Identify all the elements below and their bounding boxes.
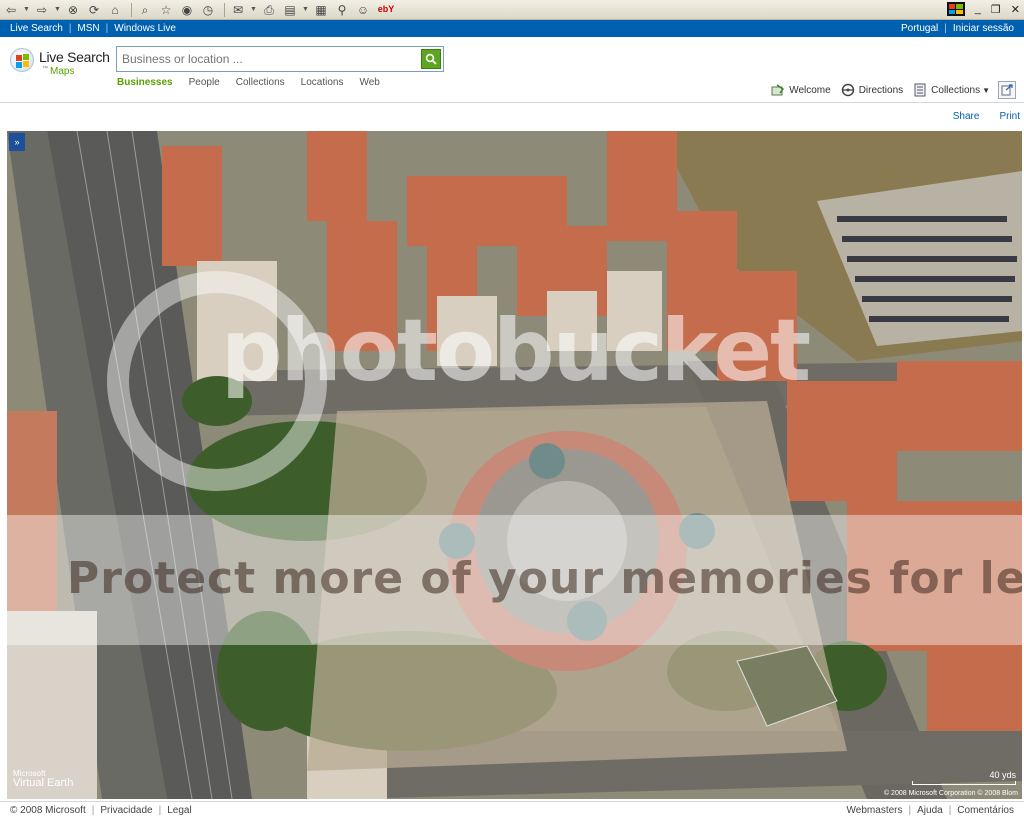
mail-dropdown-icon[interactable]: ▼ bbox=[250, 6, 258, 13]
back-icon[interactable]: ⇦ bbox=[2, 2, 20, 18]
welcome-button[interactable]: Welcome bbox=[771, 83, 831, 97]
header: Live Search ™ Maps Businesses People Col… bbox=[0, 37, 1024, 103]
map-copyright: © 2008 Microsoft Corporation © 2008 Blom bbox=[883, 790, 1018, 797]
map-tools: Welcome Directions Collections ▼ bbox=[761, 81, 1016, 99]
share-link[interactable]: Share bbox=[953, 111, 980, 122]
magnifier-icon bbox=[425, 53, 437, 65]
steering-wheel-icon bbox=[841, 83, 854, 97]
tab-people[interactable]: People bbox=[189, 77, 220, 88]
collections-icon bbox=[914, 83, 926, 97]
edit-icon[interactable]: ▤ bbox=[281, 2, 299, 18]
history-icon[interactable]: ◷ bbox=[199, 2, 217, 18]
watermark-text: Protect more of your memories for less! bbox=[67, 553, 1022, 604]
tab-businesses[interactable]: Businesses bbox=[117, 77, 173, 88]
webmasters-link[interactable]: Webmasters bbox=[847, 805, 903, 816]
tab-collections[interactable]: Collections bbox=[236, 77, 285, 88]
footer-copyright: © 2008 Microsoft bbox=[10, 805, 86, 816]
directions-label: Directions bbox=[858, 84, 904, 96]
print-link[interactable]: Print bbox=[999, 111, 1020, 122]
welcome-label: Welcome bbox=[789, 84, 831, 96]
windows-logo-icon bbox=[946, 2, 965, 16]
discuss-icon[interactable]: ▦ bbox=[312, 2, 330, 18]
scale-label: 40 yds bbox=[989, 770, 1016, 780]
window-controls: _ ❐ ✕ bbox=[946, 2, 1020, 16]
forward-icon[interactable]: ⇨ bbox=[33, 2, 51, 18]
collapse-panel-button[interactable]: » bbox=[9, 133, 25, 151]
search-button[interactable] bbox=[421, 49, 441, 69]
virtual-earth-logo: Microsoft Virtual Earth bbox=[13, 770, 73, 789]
edit-dropdown-icon[interactable]: ▼ bbox=[302, 6, 310, 13]
scale-bar: 40 yds bbox=[912, 770, 1016, 785]
toolbar-divider bbox=[131, 2, 132, 17]
research-icon[interactable]: ⚲ bbox=[333, 2, 351, 18]
live-search-link[interactable]: Live Search bbox=[10, 23, 63, 34]
trademark-mark: ™ bbox=[42, 66, 48, 72]
nav-divider: | bbox=[944, 23, 947, 34]
minimize-button[interactable]: _ bbox=[975, 3, 981, 15]
caret-down-icon: ▼ bbox=[982, 85, 990, 95]
collections-button[interactable]: Collections ▼ bbox=[913, 83, 990, 97]
logo-title: Live Search bbox=[39, 49, 110, 65]
restore-button[interactable]: ❐ bbox=[991, 3, 1001, 16]
privacy-link[interactable]: Privacidade bbox=[100, 805, 152, 816]
ve-logo-name: Virtual Earth bbox=[13, 777, 74, 789]
media-icon[interactable]: ◉ bbox=[178, 2, 196, 18]
nav-divider: | bbox=[68, 23, 72, 34]
search-box bbox=[116, 46, 444, 72]
export-button[interactable] bbox=[998, 81, 1016, 99]
windows-flag-icon bbox=[10, 48, 34, 72]
watermark-logo: photobucket bbox=[221, 301, 811, 401]
share-print-links: Share Print bbox=[933, 111, 1020, 122]
footer-divider: | bbox=[948, 805, 952, 816]
logo-subtitle: Maps bbox=[50, 66, 75, 77]
close-button[interactable]: ✕ bbox=[1011, 3, 1020, 16]
nav-divider: | bbox=[105, 23, 109, 34]
scale-line bbox=[912, 781, 1016, 785]
tab-web[interactable]: Web bbox=[359, 77, 379, 88]
msn-link[interactable]: MSN bbox=[77, 23, 99, 34]
sign-in-link[interactable]: Iniciar sessão bbox=[953, 23, 1014, 34]
top-right-links: Portugal | Iniciar sessão bbox=[901, 23, 1014, 34]
search-icon[interactable]: ⌕ bbox=[136, 2, 154, 18]
footer-divider: | bbox=[908, 805, 912, 816]
print-icon[interactable]: ⎙ bbox=[260, 2, 278, 18]
search-input[interactable] bbox=[117, 48, 421, 70]
search-tabs: Businesses People Collections Locations … bbox=[117, 77, 396, 88]
footer-divider: | bbox=[158, 805, 162, 816]
home-icon[interactable]: ⌂ bbox=[106, 2, 124, 18]
country-link[interactable]: Portugal bbox=[901, 23, 938, 34]
mail-icon[interactable]: ✉ bbox=[229, 2, 247, 18]
toolbar-divider bbox=[224, 2, 225, 17]
feedback-link[interactable]: Comentários bbox=[957, 805, 1014, 816]
ebay-icon[interactable]: ebY bbox=[375, 2, 397, 18]
tab-locations[interactable]: Locations bbox=[301, 77, 344, 88]
directions-button[interactable]: Directions bbox=[841, 83, 903, 97]
footer-divider: | bbox=[91, 805, 95, 816]
live-search-maps-logo[interactable]: Live Search ™ Maps bbox=[10, 46, 110, 78]
legal-link[interactable]: Legal bbox=[167, 805, 191, 816]
footer: © 2008 Microsoft | Privacidade | Legal W… bbox=[0, 801, 1024, 819]
collections-label: Collections bbox=[931, 84, 981, 96]
export-icon bbox=[1001, 84, 1013, 96]
aerial-map[interactable]: photobucket Protect more of your memorie… bbox=[7, 131, 1022, 799]
messenger-icon[interactable]: ☺ bbox=[354, 2, 372, 18]
stop-icon[interactable]: ⊗ bbox=[64, 2, 82, 18]
favorites-icon[interactable]: ☆ bbox=[157, 2, 175, 18]
refresh-icon[interactable]: ⟳ bbox=[85, 2, 103, 18]
windows-live-link[interactable]: Windows Live bbox=[114, 23, 176, 34]
help-link[interactable]: Ajuda bbox=[917, 805, 943, 816]
top-nav-bar: Live Search | MSN | Windows Live Portuga… bbox=[0, 20, 1024, 37]
browser-toolbar: ⇦ ▼ ⇨ ▼ ⊗ ⟳ ⌂ ⌕ ☆ ◉ ◷ ✉ ▼ ⎙ ▤ ▼ ▦ ⚲ ☺ eb… bbox=[0, 0, 1024, 20]
forward-dropdown-icon[interactable]: ▼ bbox=[54, 6, 62, 13]
welcome-icon bbox=[771, 84, 785, 96]
back-dropdown-icon[interactable]: ▼ bbox=[23, 6, 31, 13]
footer-right-links: Webmasters | Ajuda | Comentários bbox=[847, 805, 1014, 816]
